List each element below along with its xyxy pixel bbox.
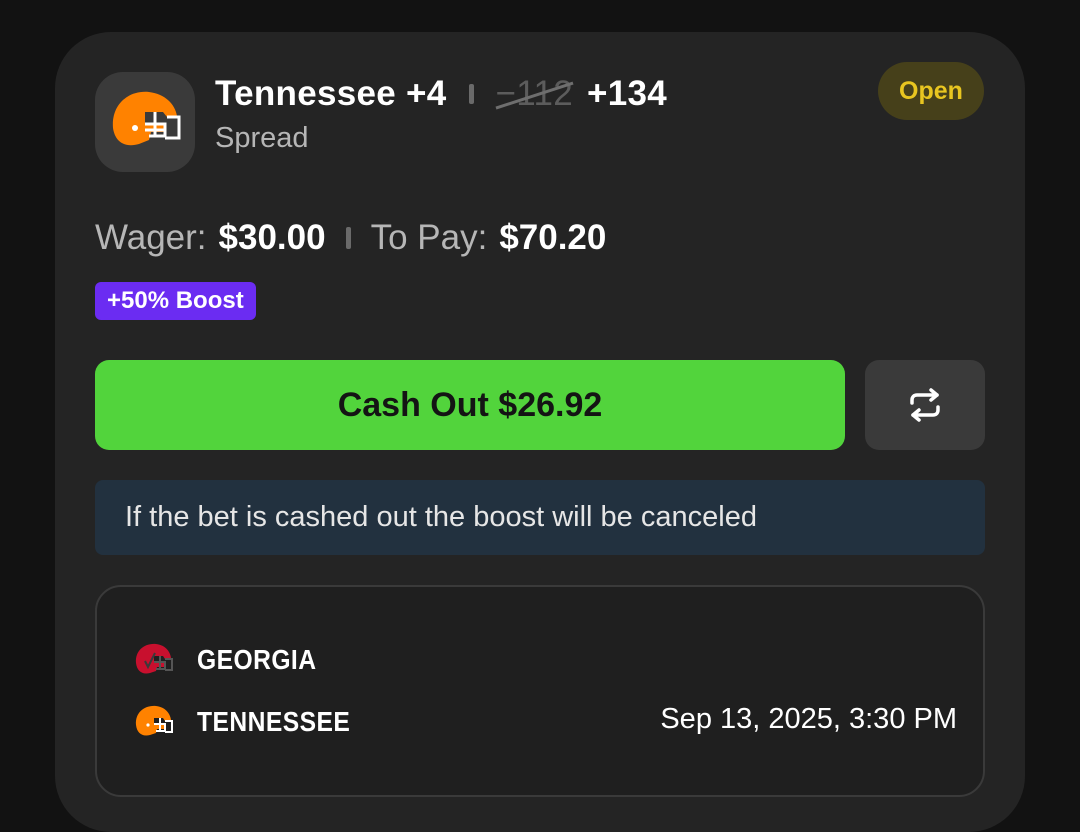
refresh-arrows-icon [910, 388, 940, 422]
team-logo [95, 72, 195, 172]
tennessee-helmet-icon [135, 705, 173, 736]
wager-label: Wager: [95, 218, 207, 257]
old-odds: −112 [495, 74, 574, 114]
game-datetime: Sep 13, 2025, 3:30 PM [660, 703, 957, 735]
bet-selection: Tennessee +4 [215, 74, 447, 113]
topay-label: To Pay: [370, 218, 488, 257]
separator [468, 84, 474, 104]
wager-value: $30.00 [218, 218, 326, 257]
boosted-odds: +134 [587, 74, 668, 113]
team-name-georgia: GEORGIA [197, 644, 317, 675]
game-team-row-georgia: GEORGIA [133, 641, 333, 679]
tennessee-helmet-icon [112, 91, 181, 146]
boost-badge: +50% Boost [95, 282, 256, 320]
topay-value: $70.20 [499, 218, 607, 257]
georgia-helmet-icon [135, 643, 173, 674]
game-team-row-tennessee: TENNESSEE [133, 703, 371, 741]
bet-title-row: Tennessee +4 −112 +134 [215, 74, 667, 114]
separator [345, 227, 351, 249]
game-info-card[interactable]: GEORGIA TENNESSEE Sep 13, 2025, 3:30 PM [95, 585, 985, 797]
bet-card: Tennessee +4 −112 +134 Spread Open Wager… [55, 32, 1025, 832]
cash-out-button[interactable]: Cash Out $26.92 [95, 360, 845, 450]
bet-market: Spread [215, 122, 309, 154]
amounts-row: Wager: $30.00 To Pay: $70.20 [95, 218, 606, 258]
status-badge: Open [878, 62, 984, 120]
boost-cancel-notice: If the bet is cashed out the boost will … [95, 480, 985, 555]
team-name-tennessee: TENNESSEE [197, 706, 351, 737]
refresh-button[interactable] [865, 360, 985, 450]
